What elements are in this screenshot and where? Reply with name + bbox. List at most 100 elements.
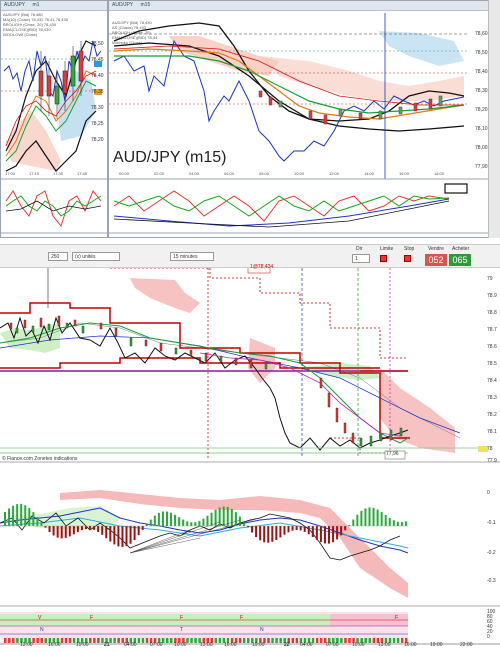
signal-bar bbox=[97, 638, 100, 643]
histogram-bar bbox=[275, 526, 278, 540]
x-tick: 04:00 bbox=[300, 642, 313, 648]
histogram-bar bbox=[230, 508, 233, 526]
histogram-bar bbox=[16, 504, 19, 526]
histogram-bar bbox=[271, 526, 274, 542]
signal-bar bbox=[145, 638, 149, 643]
price-tick: 78.5 bbox=[487, 361, 497, 367]
signal-bar bbox=[137, 638, 141, 643]
signal-bar bbox=[291, 638, 295, 643]
x-tick: 13:00 bbox=[378, 642, 391, 648]
histogram-bar bbox=[129, 526, 132, 544]
stop-input[interactable]: 1 bbox=[352, 254, 370, 263]
histogram-bar bbox=[133, 526, 136, 540]
histogram-bar bbox=[44, 526, 47, 528]
quantity-input[interactable]: 250 bbox=[48, 252, 68, 261]
histogram-bar bbox=[238, 516, 241, 526]
stop-checkbox[interactable] bbox=[404, 255, 411, 262]
price-annotation-top: 1@78,434 bbox=[250, 264, 274, 270]
histogram-bar bbox=[295, 526, 298, 530]
timeframe-select[interactable]: 15 minutes bbox=[170, 252, 214, 261]
histogram-bar bbox=[121, 526, 124, 547]
signal-marker: N bbox=[260, 627, 264, 633]
histogram-bar bbox=[234, 512, 237, 526]
x-tick: 10:00 bbox=[352, 642, 365, 648]
signal-bar bbox=[194, 638, 197, 643]
x-tick: 07:00 bbox=[326, 642, 339, 648]
histogram-bar bbox=[218, 507, 221, 526]
price-tick: 78,50 bbox=[91, 41, 104, 47]
histogram-bar bbox=[170, 512, 173, 526]
time-tick: 06:00 bbox=[224, 171, 235, 176]
signal-bar bbox=[315, 638, 319, 643]
histogram-bar bbox=[323, 526, 326, 544]
time-tick: 16:00 bbox=[399, 171, 410, 176]
chart-window-right[interactable]: AUD/JPY m15 AUD/JPY (Bid) 78,430 AS (Cha… bbox=[108, 0, 496, 238]
histogram-bar bbox=[72, 526, 75, 535]
price-tick: 78.2 bbox=[487, 412, 497, 418]
histogram-bar bbox=[319, 526, 322, 543]
price-tick: 78,20 bbox=[91, 137, 104, 143]
signal-bar bbox=[117, 638, 120, 643]
histogram-bar bbox=[315, 526, 318, 540]
signal-bar bbox=[141, 638, 145, 643]
histogram-bar bbox=[60, 526, 63, 539]
time-tick: 02:00 bbox=[154, 171, 165, 176]
buy-label: Acheter bbox=[452, 246, 470, 252]
time-tick: 17:30 bbox=[53, 171, 64, 176]
histogram-bar bbox=[145, 524, 148, 526]
histogram-bar bbox=[210, 512, 213, 526]
osc-tick: 0 bbox=[487, 490, 490, 496]
window-scrollbar[interactable] bbox=[488, 0, 500, 238]
signal-bar bbox=[36, 638, 39, 643]
signal-bar bbox=[372, 638, 376, 643]
histogram-bar bbox=[101, 526, 104, 535]
signal-marker: F bbox=[395, 615, 399, 621]
histogram-bar bbox=[352, 519, 355, 526]
buy-button[interactable]: 065 bbox=[449, 254, 471, 266]
histogram-bar bbox=[8, 508, 11, 526]
histogram-bar bbox=[291, 526, 294, 531]
price-tick: 78.8 bbox=[487, 310, 497, 316]
signal-bar bbox=[44, 638, 47, 643]
price-tick: 78,35 bbox=[91, 89, 104, 95]
x-tick: 13:00 bbox=[20, 642, 33, 648]
histogram-bar bbox=[137, 526, 140, 536]
signal-bar bbox=[60, 638, 64, 643]
signal-bar bbox=[344, 638, 347, 643]
signal-bar bbox=[89, 638, 92, 643]
histogram-bar bbox=[222, 506, 225, 526]
histogram-bar bbox=[307, 526, 310, 535]
signal-bar bbox=[214, 638, 218, 643]
limit-checkbox[interactable] bbox=[380, 255, 387, 262]
sell-button[interactable]: 052 bbox=[425, 254, 447, 266]
time-tick: 10:00 bbox=[294, 171, 305, 176]
histogram-bar bbox=[332, 526, 335, 543]
histogram-bar bbox=[392, 520, 395, 526]
histogram-bar bbox=[396, 521, 399, 526]
histogram-bar bbox=[12, 505, 15, 526]
signal-bar bbox=[166, 638, 169, 643]
time-tick: 08:00 bbox=[259, 171, 270, 176]
signal-marker: F bbox=[90, 615, 94, 621]
histogram-bar bbox=[206, 515, 209, 526]
histogram-bar bbox=[344, 526, 347, 531]
histogram-bar bbox=[336, 526, 339, 540]
signal-bar bbox=[247, 638, 250, 643]
time-tick: 04:00 bbox=[189, 171, 200, 176]
price-tick: 77.9 bbox=[487, 458, 497, 464]
signal-marker: F bbox=[240, 615, 244, 621]
histogram-bar bbox=[311, 526, 314, 538]
histogram-bar bbox=[404, 521, 407, 526]
signal-marker: N bbox=[40, 627, 44, 633]
mini-chart-right bbox=[109, 13, 495, 234]
dir-label: Dir bbox=[356, 246, 363, 252]
unit-select[interactable]: (x) unités bbox=[72, 252, 120, 261]
histogram-bar bbox=[263, 526, 266, 543]
signal-bar bbox=[16, 638, 19, 643]
histogram-bar bbox=[97, 526, 100, 532]
histogram-bar bbox=[105, 526, 108, 539]
signal-bar bbox=[170, 638, 173, 643]
chart-window-left[interactable]: AUD/JPY m1 AUD/JPY (Bid) 78,480 MA(10) (… bbox=[0, 0, 108, 238]
signal-bar bbox=[190, 638, 193, 643]
histogram-bar bbox=[328, 526, 330, 544]
